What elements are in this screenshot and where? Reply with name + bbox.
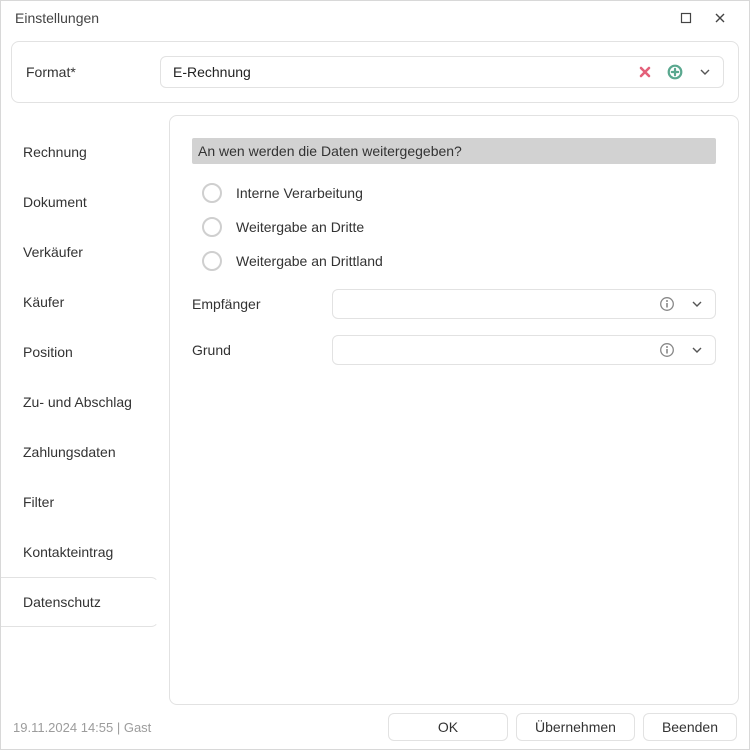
radio-interne-verarbeitung[interactable]: Interne Verarbeitung — [192, 176, 716, 210]
chevron-down-icon — [699, 66, 711, 78]
tab-kaeufer[interactable]: Käufer — [1, 277, 159, 327]
close-button-footer[interactable]: Beenden — [643, 713, 737, 741]
content-area: Rechnung Dokument Verkäufer Käufer Posit… — [1, 103, 749, 705]
settings-panel: An wen werden die Daten weitergegeben? I… — [169, 115, 739, 705]
tab-verkaeufer[interactable]: Verkäufer — [1, 227, 159, 277]
format-bar: Format* E-Rechnung — [11, 41, 739, 103]
format-value: E-Rechnung — [173, 64, 627, 80]
radio-weitergabe-dritte[interactable]: Weitergabe an Dritte — [192, 210, 716, 244]
chevron-down-icon — [691, 344, 703, 356]
empfaenger-select[interactable] — [332, 289, 716, 319]
radio-icon — [202, 217, 222, 237]
tab-label: Käufer — [23, 294, 64, 310]
tab-label: Verkäufer — [23, 244, 83, 260]
tab-rechnung[interactable]: Rechnung — [1, 127, 159, 177]
radio-icon — [202, 183, 222, 203]
format-clear-button[interactable] — [633, 60, 657, 84]
radio-label: Weitergabe an Dritte — [236, 219, 364, 235]
tab-dokument[interactable]: Dokument — [1, 177, 159, 227]
info-button[interactable] — [655, 292, 679, 316]
maximize-button[interactable] — [669, 3, 703, 33]
tab-label: Filter — [23, 494, 54, 510]
info-icon — [659, 342, 675, 358]
x-icon — [638, 65, 652, 79]
tab-label: Position — [23, 344, 73, 360]
section-title: An wen werden die Daten weitergegeben? — [192, 138, 716, 164]
tab-zuschlag[interactable]: Zu- und Abschlag — [1, 377, 159, 427]
format-select[interactable]: E-Rechnung — [160, 56, 724, 88]
field-label: Empfänger — [192, 296, 332, 312]
info-button[interactable] — [655, 338, 679, 362]
tab-label: Zahlungsdaten — [23, 444, 116, 460]
radio-label: Weitergabe an Drittland — [236, 253, 383, 269]
info-icon — [659, 296, 675, 312]
tab-zahlungsdaten[interactable]: Zahlungsdaten — [1, 427, 159, 477]
field-label: Grund — [192, 342, 332, 358]
dropdown-button[interactable] — [685, 292, 709, 316]
tab-datenschutz[interactable]: Datenschutz — [1, 577, 159, 627]
tab-label: Dokument — [23, 194, 87, 210]
status-text: 19.11.2024 14:55 | Gast — [13, 720, 380, 735]
grund-select[interactable] — [332, 335, 716, 365]
radio-icon — [202, 251, 222, 271]
tab-label: Zu- und Abschlag — [23, 394, 132, 410]
radio-label: Interne Verarbeitung — [236, 185, 363, 201]
titlebar: Einstellungen — [1, 1, 749, 35]
tab-filter[interactable]: Filter — [1, 477, 159, 527]
format-label: Format* — [26, 64, 144, 80]
dropdown-button[interactable] — [685, 338, 709, 362]
radio-weitergabe-drittland[interactable]: Weitergabe an Drittland — [192, 244, 716, 278]
close-button[interactable] — [703, 3, 737, 33]
plus-circle-icon — [667, 64, 683, 80]
maximize-icon — [680, 12, 692, 24]
chevron-down-icon — [691, 298, 703, 310]
tab-label: Datenschutz — [23, 594, 101, 610]
tab-kontakteintrag[interactable]: Kontakteintrag — [1, 527, 159, 577]
tab-label: Kontakteintrag — [23, 544, 113, 560]
ok-button[interactable]: OK — [388, 713, 508, 741]
tab-position[interactable]: Position — [1, 327, 159, 377]
field-empfaenger: Empfänger — [192, 284, 716, 324]
tab-label: Rechnung — [23, 144, 87, 160]
field-grund: Grund — [192, 330, 716, 370]
close-icon — [714, 12, 726, 24]
window-title: Einstellungen — [15, 10, 669, 26]
format-dropdown-button[interactable] — [693, 60, 717, 84]
footer: 19.11.2024 14:55 | Gast OK Übernehmen Be… — [1, 705, 749, 749]
tab-list: Rechnung Dokument Verkäufer Käufer Posit… — [1, 115, 159, 705]
apply-button[interactable]: Übernehmen — [516, 713, 635, 741]
format-add-button[interactable] — [663, 60, 687, 84]
